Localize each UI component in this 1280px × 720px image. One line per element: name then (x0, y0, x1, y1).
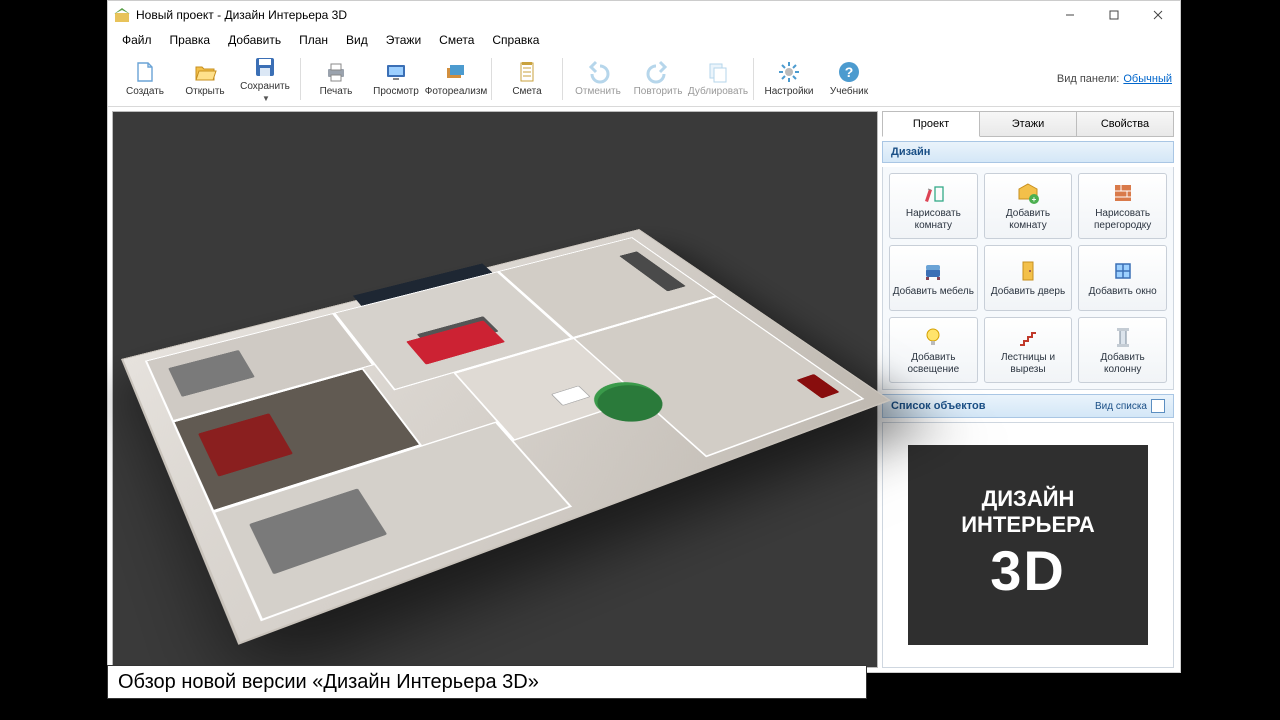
save-button[interactable]: Сохранить▼ (236, 54, 294, 104)
draw-room-button[interactable]: Нарисовать комнату (889, 173, 978, 239)
manual-button[interactable]: ? Учебник (820, 54, 878, 104)
tab-floors[interactable]: Этажи (980, 111, 1077, 137)
add-window-button[interactable]: Добавить окно (1078, 245, 1167, 311)
estimate-button[interactable]: Смета (498, 54, 556, 104)
menu-add[interactable]: Добавить (220, 31, 289, 49)
tab-properties[interactable]: Свойства (1077, 111, 1174, 137)
video-caption: Обзор новой версии «Дизайн Интерьера 3D» (107, 665, 867, 699)
menu-file[interactable]: Файл (114, 31, 160, 49)
maximize-button[interactable] (1092, 1, 1136, 29)
open-button[interactable]: Открыть (176, 54, 234, 104)
close-button[interactable] (1136, 1, 1180, 29)
side-tabs: Проект Этажи Свойства (882, 111, 1174, 137)
app-icon (114, 7, 130, 23)
menu-edit[interactable]: Правка (162, 31, 219, 49)
add-column-button[interactable]: Добавить колонну (1078, 317, 1167, 383)
promo-logo: ДИЗАЙНИНТЕРЬЕРА 3D (908, 445, 1147, 645)
settings-button[interactable]: Настройки (760, 54, 818, 104)
listview-icon[interactable] (1151, 399, 1165, 413)
duplicate-button: Дублировать (689, 54, 747, 104)
design-section-header: Дизайн (882, 141, 1174, 163)
svg-text:+: + (1032, 195, 1037, 204)
minimize-button[interactable] (1048, 1, 1092, 29)
listview-label[interactable]: Вид списка (1095, 401, 1147, 412)
window-title: Новый проект - Дизайн Интерьера 3D (136, 8, 1048, 22)
svg-text:?: ? (845, 64, 854, 80)
panel-mode-label: Вид панели: (1057, 73, 1119, 85)
titlebar: Новый проект - Дизайн Интерьера 3D (108, 1, 1180, 29)
undo-button: Отменить (569, 54, 627, 104)
toolbar: Создать Открыть Сохранить▼ Печать (108, 51, 1180, 107)
add-room-button[interactable]: +Добавить комнату (984, 173, 1073, 239)
menu-plan[interactable]: План (291, 31, 336, 49)
panel-mode-link[interactable]: Обычный (1123, 73, 1172, 85)
stairs-cutouts-button[interactable]: Лестницы и вырезы (984, 317, 1073, 383)
tab-project[interactable]: Проект (882, 111, 980, 137)
add-lighting-button[interactable]: Добавить освещение (889, 317, 978, 383)
create-button[interactable]: Создать (116, 54, 174, 104)
promo-area: ДИЗАЙНИНТЕРЬЕРА 3D (882, 422, 1174, 668)
menu-estimate[interactable]: Смета (431, 31, 482, 49)
menubar: Файл Правка Добавить План Вид Этажи Смет… (108, 29, 1180, 51)
menu-view[interactable]: Вид (338, 31, 376, 49)
menu-help[interactable]: Справка (484, 31, 547, 49)
dropdown-icon: ▼ (262, 94, 270, 103)
print-button[interactable]: Печать (307, 54, 365, 104)
design-grid: Нарисовать комнату +Добавить комнату Нар… (882, 167, 1174, 390)
add-furniture-button[interactable]: Добавить мебель (889, 245, 978, 311)
preview-button[interactable]: Просмотр (367, 54, 425, 104)
menu-floors[interactable]: Этажи (378, 31, 429, 49)
add-door-button[interactable]: Добавить дверь (984, 245, 1073, 311)
3d-viewport[interactable] (112, 111, 878, 668)
application-window: Новый проект - Дизайн Интерьера 3D Файл … (107, 0, 1181, 673)
photoreal-button[interactable]: Фотореализм (427, 54, 485, 104)
redo-button: Повторить (629, 54, 687, 104)
draw-partition-button[interactable]: Нарисовать перегородку (1078, 173, 1167, 239)
objects-section-header: Список объектов Вид списка (882, 394, 1174, 418)
side-panel: Проект Этажи Свойства Дизайн Нарисовать … (880, 107, 1180, 672)
